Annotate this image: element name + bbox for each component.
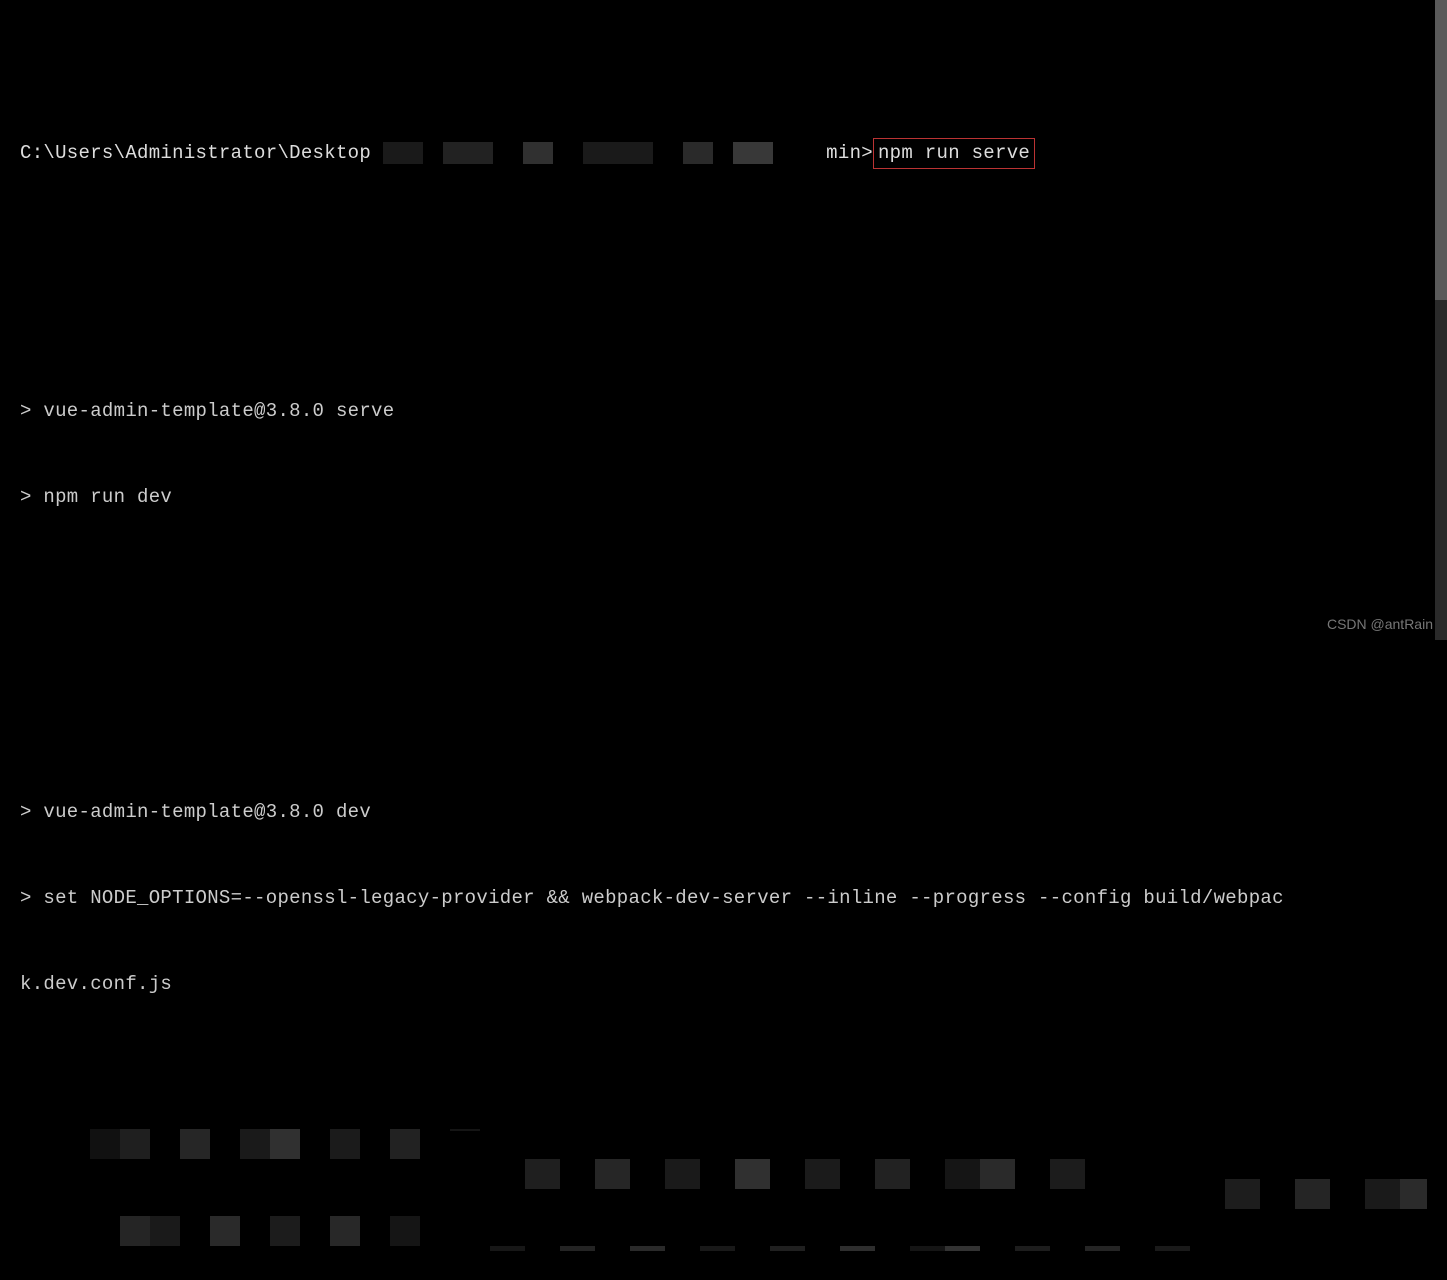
script-header-2: > vue-admin-template@3.8.0 dev [20, 798, 1427, 827]
watermark: CSDN @antRain [1327, 616, 1433, 632]
scrollbar-thumb[interactable] [1435, 0, 1447, 300]
command: npm run serve [878, 142, 1030, 164]
blank-line [20, 283, 1427, 312]
blank-line [20, 684, 1427, 713]
scrollbar[interactable] [1435, 0, 1447, 640]
script-header-1: > vue-admin-template@3.8.0 serve [20, 397, 1427, 426]
script-cmd-2b: k.dev.conf.js [20, 970, 1427, 999]
prompt-path: C:\Users\Administrator\Desktop [20, 142, 371, 164]
redacted-section: (nod :1'0 8) P 0111j Dep Access to proce… [20, 1091, 1427, 1251]
script-cmd-2a: > set NODE_OPTIONS=--openssl-legacy-prov… [20, 884, 1427, 913]
script-cmd-1: > npm run dev [20, 483, 1427, 512]
prompt-line: C:\Users\Administrator\Desktop min>npm r… [20, 110, 1427, 198]
command-box: npm run serve [873, 138, 1035, 169]
blank-line [20, 598, 1427, 627]
prompt-suffix: min> [826, 142, 873, 164]
redacted-path-1 [383, 142, 803, 164]
terminal-output[interactable]: C:\Users\Administrator\Desktop min>npm r… [0, 0, 1447, 1280]
